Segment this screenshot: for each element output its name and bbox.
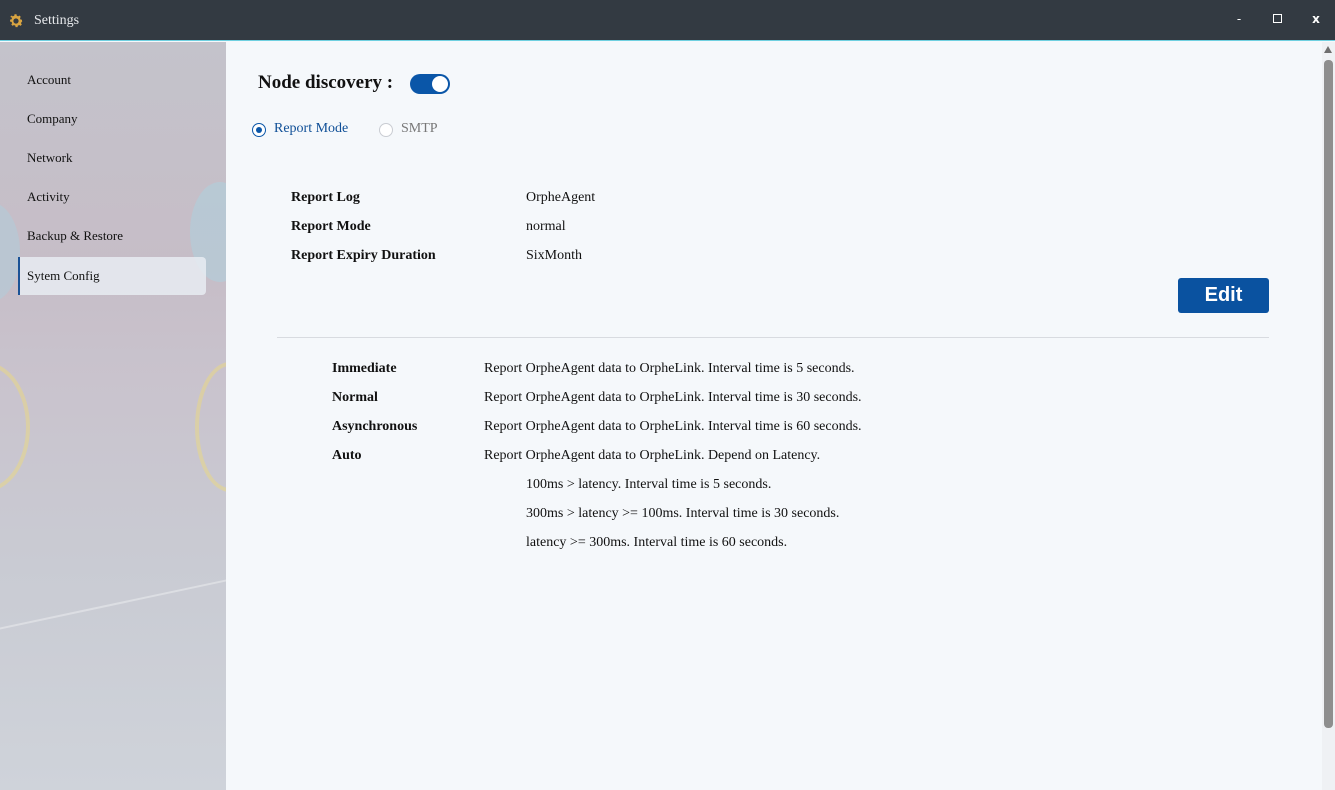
auto-detail: 100ms > latency. Interval time is 5 seco… [526,477,772,492]
info-value: SixMonth [526,248,583,263]
title-bar: Settings - x [0,0,1335,41]
radio-checked-icon [252,123,266,137]
background-decoration [195,362,226,492]
background-decoration [0,202,20,302]
node-discovery-label: Node discovery : [258,72,394,93]
minimize-button[interactable]: - [1227,8,1251,30]
info-key: Report Mode [291,219,371,234]
mode-name: Auto [332,448,362,463]
radio-label: SMTP [401,121,438,136]
scrollbar-thumb[interactable] [1324,60,1333,728]
mode-name: Asynchronous [332,419,418,434]
vertical-scrollbar[interactable] [1322,42,1335,790]
maximize-icon [1272,14,1282,23]
main-panel: Node discovery : Report Mode SMTP Report… [226,42,1322,790]
sidebar-item-activity[interactable]: Activity [18,178,206,216]
auto-detail: 300ms > latency >= 100ms. Interval time … [526,506,840,521]
sidebar-item-account[interactable]: Account [18,61,206,99]
info-key: Report Expiry Duration [291,248,436,263]
mode-name: Normal [332,390,378,405]
background-decoration [0,362,30,492]
info-key: Report Log [291,190,360,205]
mode-text: Report OrpheAgent data to OrpheLink. Int… [484,419,862,434]
mode-text: Report OrpheAgent data to OrpheLink. Int… [484,361,855,376]
node-discovery-toggle[interactable] [410,74,450,94]
radio-smtp[interactable]: SMTP [379,120,459,140]
maximize-button[interactable] [1265,8,1289,30]
sidebar-item-system-config[interactable]: Sytem Config [18,257,206,295]
mode-text: Report OrpheAgent data to OrpheLink. Dep… [484,448,821,463]
toggle-knob [432,76,448,92]
radio-report-mode[interactable]: Report Mode [252,120,362,140]
mode-name: Immediate [332,361,397,376]
gear-icon [10,14,24,28]
sidebar: Account Company Network Activity Backup … [0,42,226,790]
scroll-up-arrow-icon[interactable] [1324,46,1332,53]
sidebar-item-backup-restore[interactable]: Backup & Restore [18,217,206,255]
background-decoration [0,572,226,634]
radio-label: Report Mode [274,121,349,136]
sidebar-item-company[interactable]: Company [18,100,206,138]
sidebar-item-network[interactable]: Network [18,139,206,177]
edit-button[interactable]: Edit [1178,278,1269,313]
mode-text: Report OrpheAgent data to OrpheLink. Int… [484,390,862,405]
divider [277,337,1269,338]
info-value: normal [526,219,566,234]
close-button[interactable]: x [1304,8,1328,30]
radio-unchecked-icon [379,123,393,137]
auto-detail: latency >= 300ms. Interval time is 60 se… [526,535,788,550]
window-title: Settings [34,13,80,28]
info-value: OrpheAgent [526,190,596,205]
